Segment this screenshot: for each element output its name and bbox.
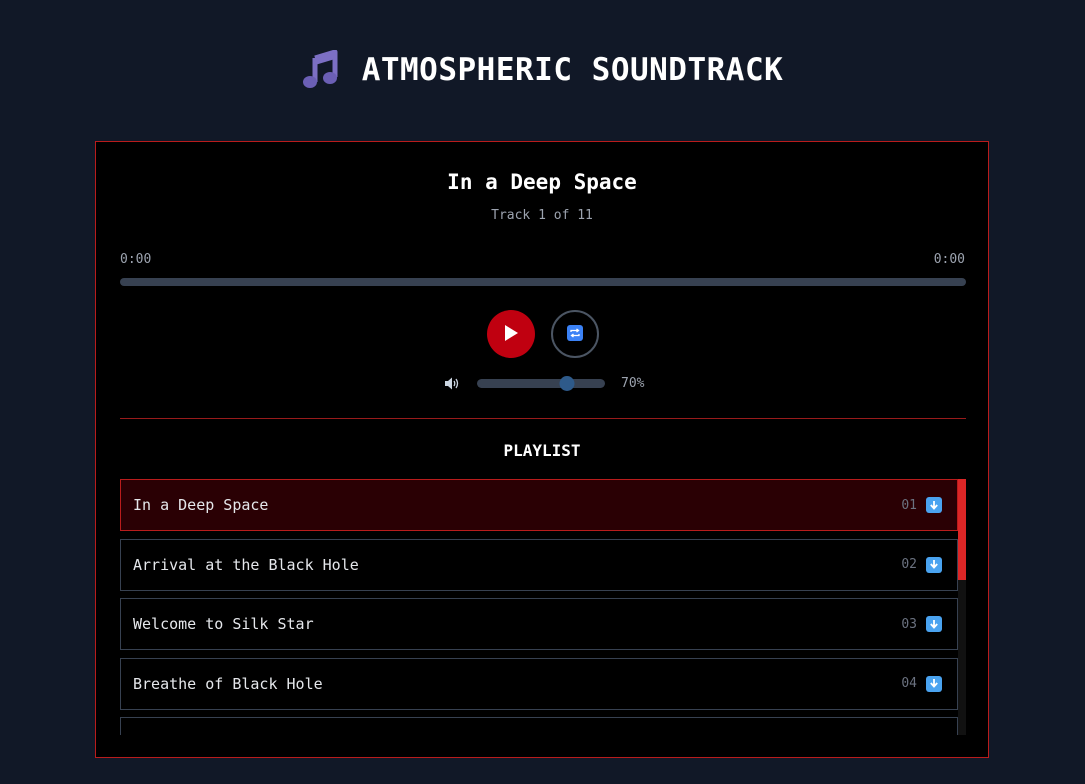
speaker-icon[interactable]: [444, 376, 460, 395]
repeat-button[interactable]: [551, 310, 599, 358]
track-count: Track 1 of 11: [491, 208, 593, 223]
playlist-item[interactable]: Breathe of Black Hole 04: [120, 657, 958, 710]
play-button[interactable]: [487, 310, 535, 358]
playlist: In a Deep Space 01 Arrival at the Black Ho…: [120, 479, 966, 735]
playlist-item[interactable]: Welcome to Silk Star 03: [120, 598, 958, 650]
download-icon[interactable]: [926, 616, 942, 632]
repeat-icon: [567, 324, 583, 344]
volume-slider[interactable]: [477, 376, 605, 391]
playlist-item[interactable]: [120, 717, 958, 735]
musical-notes-icon: [302, 50, 340, 90]
playlist-item-title: Welcome to Silk Star: [133, 615, 314, 633]
current-time: 0:00: [120, 252, 152, 267]
playlist-item-title: In a Deep Space: [133, 496, 269, 514]
total-time: 0:00: [933, 252, 965, 267]
play-icon: [503, 324, 519, 345]
track-title: In a Deep Space: [447, 170, 637, 194]
playlist-item-number: 01: [901, 497, 917, 513]
app-title: ATMOSPHERIC SOUNDTRACK: [361, 52, 784, 88]
volume-slider-thumb[interactable]: [559, 376, 575, 391]
playlist-scrollbar-thumb[interactable]: [958, 479, 966, 580]
divider: [120, 418, 966, 419]
playlist-items: In a Deep Space 01 Arrival at the Black Ho…: [120, 479, 958, 735]
playlist-item-number: 02: [901, 557, 917, 572]
playlist-item-title: Breathe of Black Hole: [133, 674, 323, 693]
download-icon[interactable]: [926, 497, 942, 513]
progress-bar[interactable]: [120, 278, 966, 286]
header: ATMOSPHERIC SOUNDTRACK: [0, 0, 1085, 145]
playlist-item-number: 03: [901, 616, 917, 632]
playlist-item[interactable]: Arrival at the Black Hole 02: [120, 538, 958, 591]
download-icon[interactable]: [926, 675, 942, 692]
app-title-group: ATMOSPHERIC SOUNDTRACK: [0, 50, 1085, 90]
playlist-item-title: Arrival at the Black Hole: [133, 555, 359, 574]
volume-value: 70%: [621, 376, 645, 391]
download-icon[interactable]: [926, 556, 942, 573]
music-player: In a Deep Space Track 1 of 11 0:00 0:00: [95, 141, 989, 758]
playlist-heading: PLAYLIST: [503, 441, 581, 460]
playlist-item-number: 04: [901, 676, 917, 691]
playlist-item[interactable]: In a Deep Space 01: [120, 479, 958, 531]
playlist-scrollbar[interactable]: [958, 479, 966, 735]
